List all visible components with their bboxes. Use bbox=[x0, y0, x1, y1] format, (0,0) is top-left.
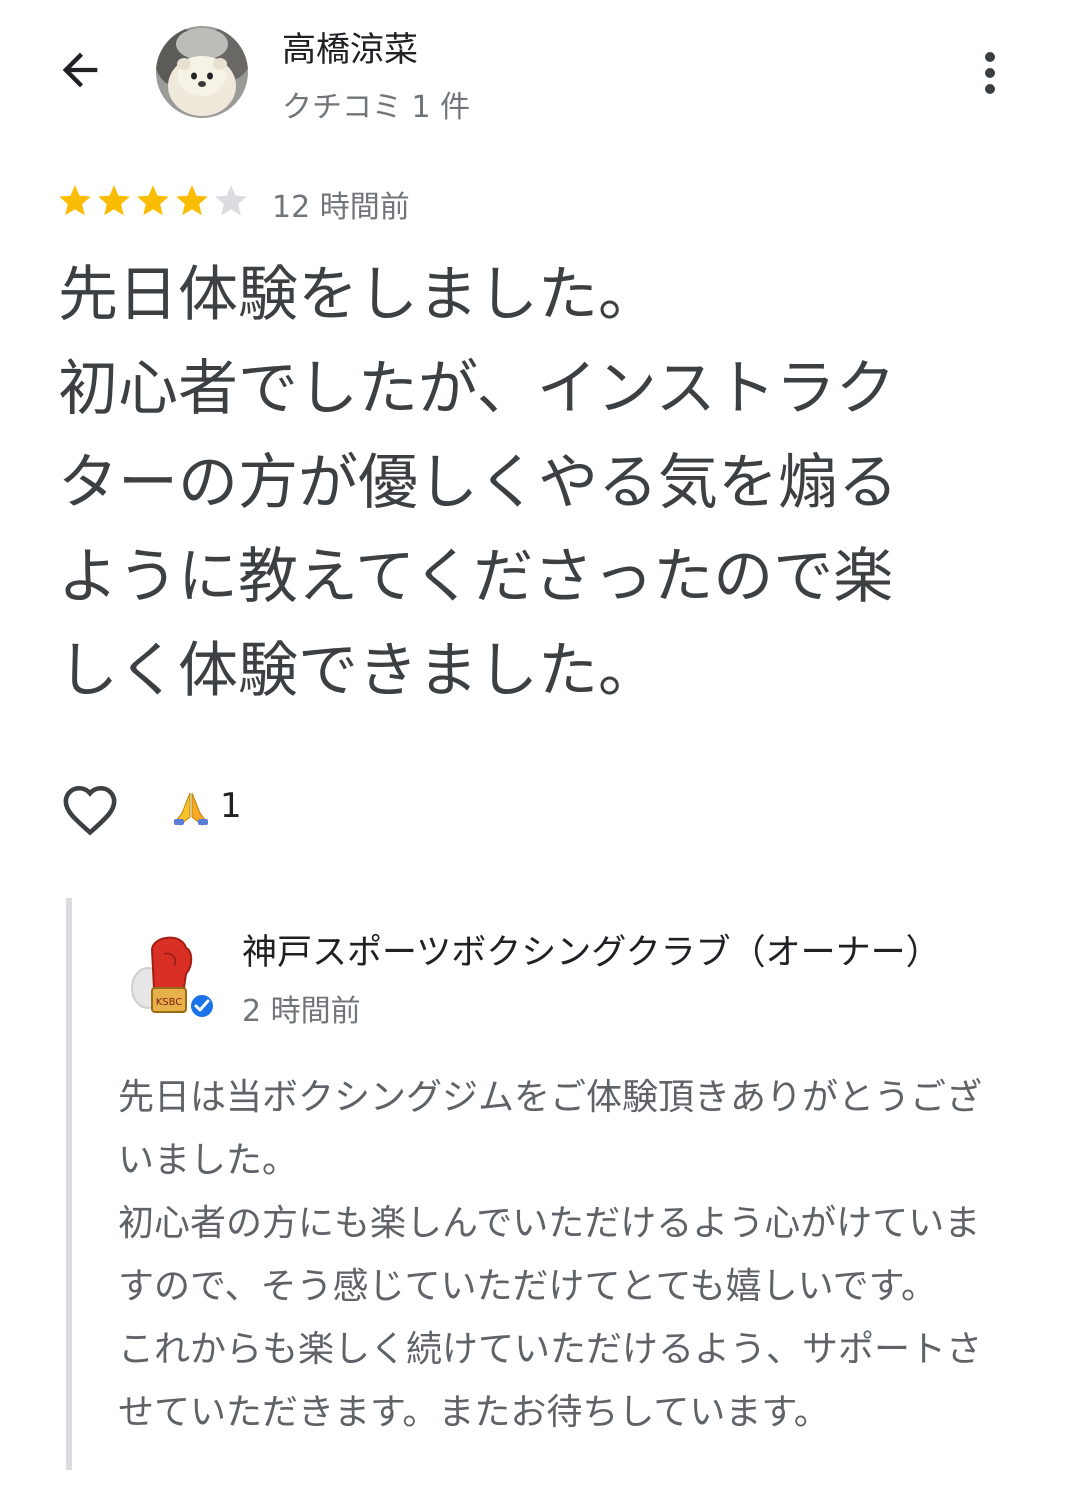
star-filled-icon bbox=[98, 185, 130, 216]
reaction-count: 1 bbox=[220, 786, 242, 826]
reply-text: 先日は当ボクシングジムをご体験頂きありがとうござ いました。 初心者の方にも楽し… bbox=[118, 1077, 983, 1433]
reviewer-review-count: クチコミ 1 件 bbox=[282, 90, 471, 125]
reply-divider bbox=[66, 898, 72, 1470]
reply-timestamp: 2 時間前 bbox=[242, 994, 361, 1029]
folded-hands-icon[interactable] bbox=[170, 787, 212, 829]
heart-outline-icon bbox=[63, 785, 117, 836]
star-empty-icon bbox=[215, 185, 247, 216]
review-timestamp: 12 時間前 bbox=[272, 190, 410, 225]
back-button[interactable] bbox=[40, 30, 120, 110]
arrow-left-icon bbox=[62, 52, 98, 88]
reviewer-name[interactable]: 高橋涼菜 bbox=[282, 22, 418, 71]
star-filled-icon bbox=[137, 185, 169, 216]
star-filled-icon bbox=[176, 185, 208, 216]
review-text: 先日体験をしました。 初心者でしたが、インストラク ターの方が優しくやる気を煽る… bbox=[58, 260, 898, 706]
more-vert-icon bbox=[985, 52, 995, 94]
star-rating bbox=[56, 182, 250, 220]
reviewer-avatar-image bbox=[156, 26, 248, 118]
more-options-button[interactable] bbox=[960, 38, 1020, 108]
owner-logo[interactable]: KSBC bbox=[122, 930, 215, 1022]
like-button[interactable] bbox=[58, 780, 122, 840]
owner-name[interactable]: 神戸スポーツボクシングクラブ（オーナー） bbox=[242, 924, 941, 975]
reviewer-avatar[interactable] bbox=[156, 26, 248, 118]
owner-logo-text: KSBC bbox=[156, 997, 183, 1008]
star-filled-icon bbox=[59, 185, 91, 216]
